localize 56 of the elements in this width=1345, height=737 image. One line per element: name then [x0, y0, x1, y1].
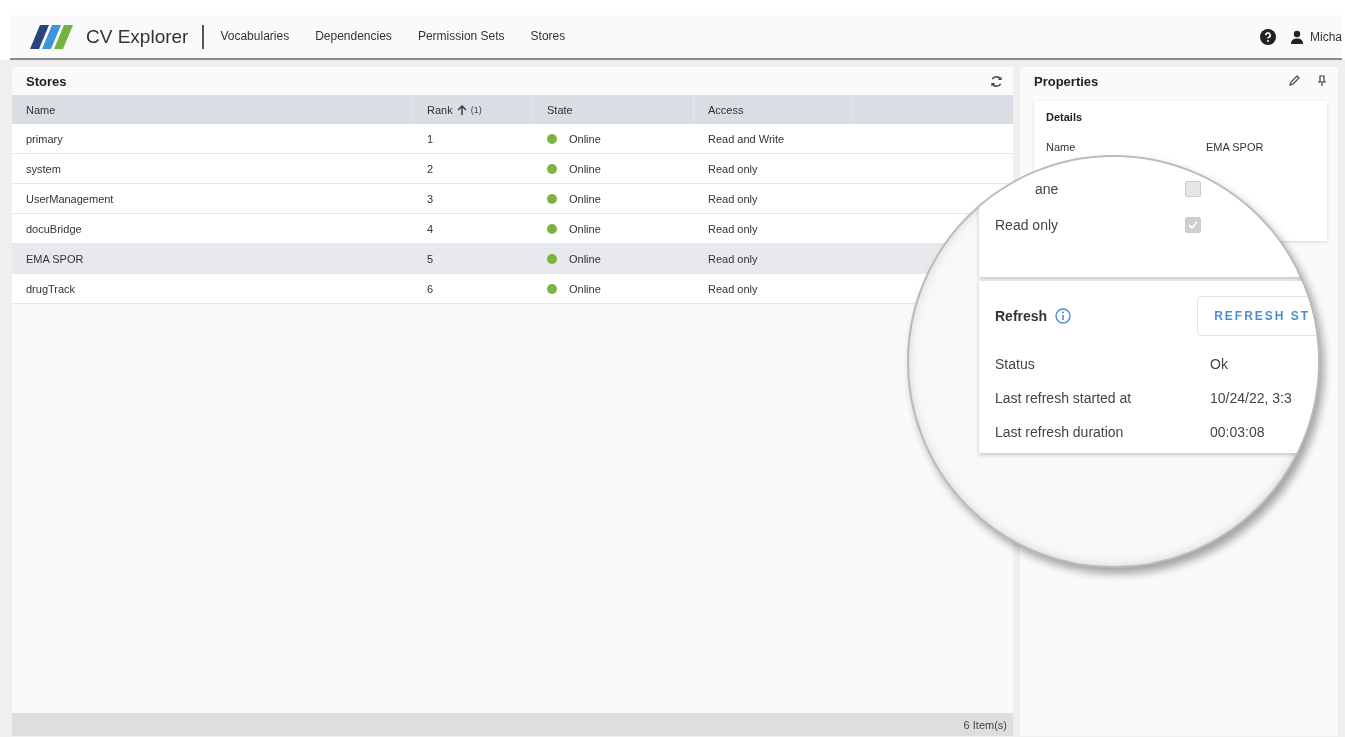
- pencil-icon[interactable]: [1288, 75, 1300, 87]
- nav-link[interactable]: Dependencies: [315, 24, 392, 49]
- user-name[interactable]: Micha: [1310, 29, 1342, 44]
- app-title: CV Explorer: [86, 24, 205, 49]
- table-cell-text: primary: [25, 131, 64, 147]
- sort-index: (1): [470, 104, 482, 115]
- user-icon[interactable]: [1290, 29, 1304, 44]
- status-text: Online: [569, 162, 601, 175]
- table-cell-text: 5: [426, 251, 435, 267]
- table-cell-text: 1: [426, 131, 435, 147]
- table-cell-text: UserManagement: [25, 191, 115, 207]
- help-icon[interactable]: [1260, 28, 1276, 45]
- table-cell-text: system: [25, 161, 62, 177]
- panel-title: Stores: [26, 73, 67, 89]
- status-text: Online: [569, 192, 601, 205]
- status-text: Online: [569, 222, 601, 235]
- status-text: Online: [569, 252, 601, 265]
- field-value: EMA SPOR: [1206, 141, 1265, 153]
- item-count: 6 Item(s): [963, 718, 1007, 731]
- logo-icon: [30, 24, 74, 49]
- panel-title: Properties: [1034, 73, 1099, 89]
- table-cell-text: Read and Write: [707, 131, 786, 147]
- status-text: Online: [569, 282, 601, 295]
- nav-link[interactable]: Stores: [530, 24, 566, 49]
- table-cell-text: 3: [426, 191, 435, 207]
- card-title: Details: [1046, 111, 1084, 123]
- table-cell-text: 2: [426, 161, 435, 177]
- nav-link[interactable]: Permission Sets: [417, 24, 505, 49]
- status-text: Online: [569, 132, 601, 145]
- table-cell-text: 6: [426, 281, 435, 297]
- card-title: Refresh: [995, 308, 1048, 324]
- table-cell-text: Read only: [707, 251, 759, 267]
- field-label: Last refresh duration: [995, 424, 1125, 440]
- field-value: 10/24/22, 3:3: [1210, 390, 1293, 406]
- pin-icon[interactable]: [1316, 75, 1328, 87]
- field-label: Name: [1046, 141, 1077, 153]
- checkbox[interactable]: [1185, 181, 1201, 197]
- table-cell-text: EMA SPOR: [25, 251, 85, 267]
- field-label: ane: [1035, 181, 1060, 197]
- checkbox[interactable]: [1185, 217, 1201, 233]
- refresh-icon[interactable]: [990, 74, 1003, 88]
- field-label: Status: [995, 356, 1036, 372]
- field-value: 00:03:08: [1210, 424, 1266, 440]
- table-cell-text: Read only: [707, 221, 759, 237]
- table-cell-text: drugTrack: [25, 281, 77, 297]
- table-cell-text: Read only: [707, 161, 759, 177]
- table-cell-text: 4: [426, 221, 435, 237]
- nav-link[interactable]: Vocabularies: [220, 24, 290, 49]
- info-icon[interactable]: [1055, 308, 1072, 324]
- field-label: Last refresh started at: [995, 390, 1133, 406]
- table-cell-text: Read only: [707, 281, 759, 297]
- field-label: Read only: [995, 217, 1060, 233]
- field-value: Ok: [1210, 356, 1229, 372]
- table-cell-text: docuBridge: [25, 221, 83, 237]
- table-cell-text: Read only: [707, 191, 759, 207]
- check-icon: [1187, 219, 1199, 231]
